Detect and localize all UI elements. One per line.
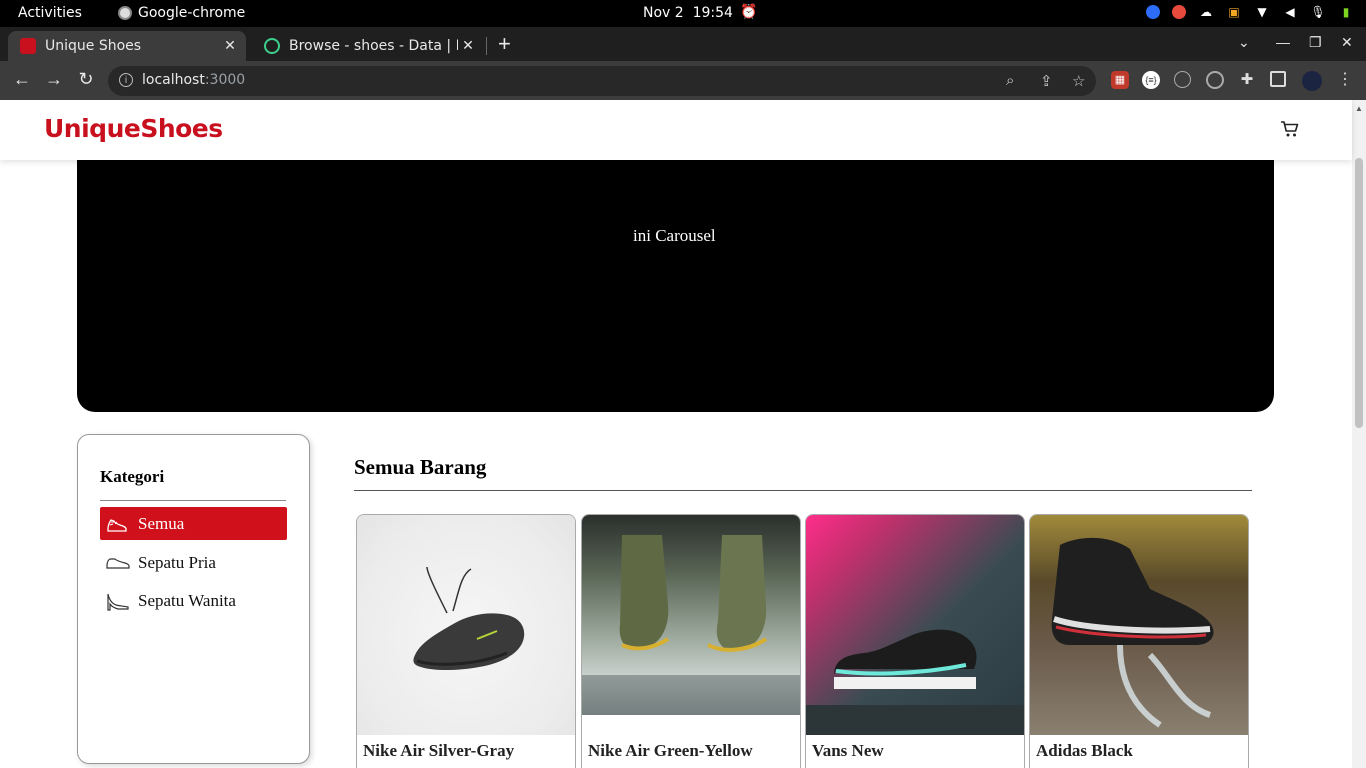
sneaker-icon bbox=[106, 514, 130, 534]
high-heel-icon bbox=[106, 591, 130, 611]
scrollbar-thumb[interactable] bbox=[1355, 158, 1363, 428]
alarm-icon: ⏰ bbox=[740, 4, 758, 20]
back-icon[interactable]: ← bbox=[11, 69, 33, 90]
close-tab-icon[interactable]: ✕ bbox=[220, 38, 240, 54]
minimize-button[interactable]: — bbox=[1276, 34, 1290, 50]
site-info-icon[interactable]: i bbox=[119, 73, 133, 87]
brand-logo[interactable]: UniqueShoes bbox=[44, 114, 223, 143]
record-extension-icon[interactable] bbox=[1206, 71, 1224, 89]
new-tab-button[interactable]: + bbox=[498, 31, 511, 57]
carousel[interactable]: ini Carousel bbox=[77, 140, 1274, 412]
category-sepatu-wanita[interactable]: Sepatu Wanita bbox=[100, 584, 287, 617]
web-page: UniqueShoes ini Carousel Kategori Semua … bbox=[0, 100, 1366, 768]
category-label: Semua bbox=[138, 513, 185, 533]
zoom-icon[interactable]: ⌕ bbox=[1006, 72, 1014, 89]
carousel-text: ini Carousel bbox=[633, 226, 716, 245]
address-bar[interactable]: i localhost:3000 ⌕ ⇪ ☆ bbox=[108, 66, 1096, 96]
app-menu[interactable]: Google-chrome bbox=[118, 5, 245, 21]
product-name[interactable]: Nike Air Green-Yellow bbox=[588, 741, 753, 761]
tab-divider bbox=[486, 37, 487, 55]
compass-extension-icon[interactable] bbox=[1174, 71, 1191, 88]
app-indicator-icon[interactable] bbox=[1172, 5, 1186, 19]
app-name: Google-chrome bbox=[138, 5, 246, 21]
product-image-adidas-black[interactable] bbox=[1030, 515, 1248, 735]
chrome-icon bbox=[118, 6, 132, 20]
tab-browse-shoes[interactable]: Browse - shoes - Data | Ha ✕ bbox=[252, 31, 484, 61]
sidebar-title: Kategori bbox=[100, 467, 165, 486]
url-host: localhost bbox=[142, 72, 205, 88]
system-top-bar: Activities Google-chrome Nov 2 19:54 ⏰ ☁… bbox=[0, 0, 1366, 27]
close-window-button[interactable]: ✕ bbox=[1341, 34, 1353, 51]
section-divider bbox=[354, 490, 1252, 491]
share-icon[interactable]: ⇪ bbox=[1040, 72, 1053, 90]
activities-button[interactable]: Activities bbox=[18, 5, 82, 21]
maximize-button[interactable]: ❐ bbox=[1309, 34, 1322, 51]
page-scrollbar[interactable]: ▲ bbox=[1352, 100, 1366, 768]
screen-share-icon[interactable]: ▣ bbox=[1226, 4, 1242, 20]
browser-toolbar: ← → ↻ i localhost:3000 ⌕ ⇪ ☆ ▦ {≡} ✚ ⋮ bbox=[0, 61, 1366, 100]
product-card[interactable]: Adidas Black bbox=[1029, 514, 1249, 768]
category-sidebar: Kategori Semua Sepatu Pria Sepatu Wanita bbox=[77, 434, 310, 764]
side-panel-icon[interactable] bbox=[1270, 71, 1286, 87]
battery-icon[interactable]: ▮ bbox=[1338, 4, 1354, 20]
forward-icon[interactable]: → bbox=[43, 69, 65, 90]
product-card[interactable]: Nike Air Green-Yellow bbox=[581, 514, 801, 768]
product-name[interactable]: Nike Air Silver-Gray bbox=[363, 741, 514, 761]
category-label: Sepatu Wanita bbox=[138, 590, 236, 610]
product-image-nike-silver-gray[interactable] bbox=[357, 515, 575, 735]
product-card[interactable]: Vans New bbox=[805, 514, 1025, 768]
site-navbar: UniqueShoes bbox=[0, 100, 1352, 160]
product-name[interactable]: Vans New bbox=[812, 741, 884, 761]
tab-unique-shoes[interactable]: Unique Shoes ✕ bbox=[8, 31, 246, 61]
tab-search-chevron-icon[interactable]: ⌄ bbox=[1238, 34, 1250, 51]
product-image-vans-new[interactable] bbox=[806, 515, 1024, 735]
profile-avatar[interactable] bbox=[1302, 71, 1322, 91]
mens-shoe-icon bbox=[106, 556, 130, 570]
date-text: Nov 2 bbox=[643, 5, 684, 21]
url-text[interactable]: localhost:3000 bbox=[142, 72, 245, 88]
category-semua[interactable]: Semua bbox=[100, 507, 287, 540]
system-tray[interactable]: ☁ ▣ ▼ ◀ 🎙 ▮ bbox=[1146, 4, 1354, 20]
volume-icon[interactable]: ◀ bbox=[1282, 4, 1298, 20]
menu-kebab-icon[interactable]: ⋮ bbox=[1336, 71, 1354, 89]
category-sepatu-pria[interactable]: Sepatu Pria bbox=[100, 546, 287, 579]
cart-icon[interactable] bbox=[1280, 120, 1300, 143]
data-favicon bbox=[264, 38, 280, 54]
product-card[interactable]: Nike Air Silver-Gray bbox=[356, 514, 576, 768]
bookmark-star-icon[interactable]: ☆ bbox=[1072, 72, 1085, 90]
sidebar-divider bbox=[100, 500, 286, 501]
close-tab-icon[interactable]: ✕ bbox=[458, 38, 478, 54]
tab-title: Unique Shoes bbox=[45, 38, 142, 54]
zoom-icon[interactable] bbox=[1146, 5, 1160, 19]
wifi-icon[interactable]: ▼ bbox=[1254, 4, 1270, 20]
product-name[interactable]: Adidas Black bbox=[1036, 741, 1133, 761]
section-title: Semua Barang bbox=[354, 455, 487, 479]
weather-icon[interactable]: ☁ bbox=[1198, 4, 1214, 20]
category-label: Sepatu Pria bbox=[138, 552, 216, 572]
url-port: :3000 bbox=[204, 72, 246, 88]
product-image-nike-green-yellow[interactable] bbox=[582, 515, 800, 715]
extensions-puzzle-icon[interactable]: ✚ bbox=[1238, 71, 1256, 89]
tab-strip: Unique Shoes ✕ Browse - shoes - Data | H… bbox=[0, 27, 1366, 61]
reload-icon[interactable]: ↻ bbox=[75, 69, 97, 90]
scroll-up-arrow-icon[interactable]: ▲ bbox=[1355, 104, 1363, 113]
unique-shoes-favicon bbox=[20, 38, 36, 54]
time-text: 19:54 bbox=[692, 5, 733, 21]
microphone-icon[interactable]: 🎙 bbox=[1310, 4, 1326, 20]
clock[interactable]: Nov 2 19:54 bbox=[643, 5, 733, 21]
extension-icon[interactable]: ▦ bbox=[1111, 71, 1129, 89]
tab-title: Browse - shoes - Data | Ha bbox=[289, 38, 458, 54]
json-extension-icon[interactable]: {≡} bbox=[1142, 71, 1160, 89]
